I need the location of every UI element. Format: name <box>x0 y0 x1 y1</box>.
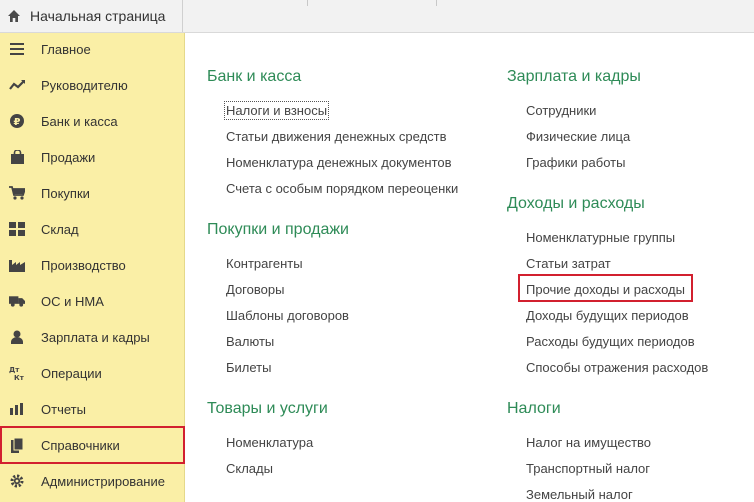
svg-text:₽: ₽ <box>14 117 21 128</box>
person-icon <box>9 329 25 345</box>
dt-kt-icon: Дт Кт <box>9 365 25 381</box>
sidebar-item-operations[interactable]: Дт Кт Операции <box>0 355 185 391</box>
sidebar-item-label: Склад <box>41 221 79 237</box>
group-title-income-expenses: Доходы и расходы <box>507 195 645 212</box>
link-cost-items[interactable]: Статьи затрат <box>526 256 611 271</box>
factory-icon <box>9 257 25 273</box>
sidebar-item-warehouse[interactable]: Склад <box>0 211 185 247</box>
sidebar-item-label: Зарплата и кадры <box>41 329 150 345</box>
truck-icon <box>9 293 25 309</box>
link-currencies[interactable]: Валюты <box>226 334 274 349</box>
link-work-schedules[interactable]: Графики работы <box>526 155 625 170</box>
group-title-taxes: Налоги <box>507 400 561 417</box>
link-other-income-expenses[interactable]: Прочие доходы и расходы <box>526 282 685 297</box>
group-title-bank: Банк и касса <box>207 68 302 85</box>
top-bar: Начальная страница <box>0 0 754 33</box>
link-nomenclature[interactable]: Номенклатура <box>226 435 313 450</box>
sidebar-item-label: Справочники <box>41 437 120 453</box>
home-tab[interactable]: Начальная страница <box>0 0 183 32</box>
svg-text:Дт: Дт <box>9 366 20 374</box>
sidebar-item-sales[interactable]: Продажи <box>0 139 185 175</box>
sidebar-item-label: Руководителю <box>41 77 128 93</box>
sidebar-item-label: Отчеты <box>41 401 86 417</box>
sidebar-item-purchases[interactable]: Покупки <box>0 175 185 211</box>
link-individuals[interactable]: Физические лица <box>526 129 630 144</box>
sidebar-item-manager[interactable]: Руководителю <box>0 67 185 103</box>
group-title-purchases-sales: Покупки и продажи <box>207 221 349 238</box>
link-counterparties[interactable]: Контрагенты <box>226 256 303 271</box>
shopping-bag-icon <box>9 149 25 165</box>
sidebar-item-label: ОС и НМА <box>41 293 104 309</box>
group-title-goods-services: Товары и услуги <box>207 400 328 417</box>
link-expense-reflection-methods[interactable]: Способы отражения расходов <box>526 360 708 375</box>
sidebar-item-label: Банк и касса <box>41 113 118 129</box>
link-nomenclature-groups[interactable]: Номенклатурные группы <box>526 230 675 245</box>
link-warehouses[interactable]: Склады <box>226 461 273 476</box>
sidebar-item-label: Операции <box>41 365 102 381</box>
trend-icon <box>9 77 25 93</box>
sidebar-item-fixed-assets[interactable]: ОС и НМА <box>0 283 185 319</box>
svg-text:Кт: Кт <box>14 374 25 381</box>
link-contracts[interactable]: Договоры <box>226 282 284 297</box>
menu-lines-icon <box>9 41 25 57</box>
sidebar-item-references[interactable]: Справочники <box>0 426 185 464</box>
link-contract-templates[interactable]: Шаблоны договоров <box>226 308 349 323</box>
home-icon <box>6 8 22 24</box>
home-tab-label: Начальная страница <box>30 8 166 24</box>
sidebar-item-bank[interactable]: ₽ Банк и касса <box>0 103 185 139</box>
link-transport-tax[interactable]: Транспортный налог <box>526 461 650 476</box>
link-tickets[interactable]: Билеты <box>226 360 271 375</box>
cart-icon <box>9 185 25 201</box>
link-cash-flow-items[interactable]: Статьи движения денежных средств <box>226 129 447 144</box>
ruble-icon: ₽ <box>9 113 25 129</box>
sidebar-item-reports[interactable]: Отчеты <box>0 391 185 427</box>
sidebar-item-label: Покупки <box>41 185 90 201</box>
sidebar-item-main[interactable]: Главное <box>0 31 185 67</box>
sidebar-item-production[interactable]: Производство <box>0 247 185 283</box>
tab-divider <box>307 0 308 6</box>
sidebar-item-label: Главное <box>41 41 91 57</box>
tab-divider <box>436 0 437 6</box>
link-property-tax[interactable]: Налог на имущество <box>526 435 651 450</box>
sidebar: Главное Руководителю ₽ Банк и касса Прод… <box>0 33 185 502</box>
sidebar-item-salary[interactable]: Зарплата и кадры <box>0 319 185 355</box>
sidebar-item-admin[interactable]: Администрирование <box>0 463 185 499</box>
link-deferred-income[interactable]: Доходы будущих периодов <box>526 308 689 323</box>
group-title-salary: Зарплата и кадры <box>507 68 641 85</box>
link-taxes-contributions[interactable]: Налоги и взносы <box>223 101 330 120</box>
sidebar-item-label: Производство <box>41 257 126 273</box>
link-deferred-expenses[interactable]: Расходы будущих периодов <box>526 334 695 349</box>
books-icon <box>9 437 25 453</box>
link-cash-documents[interactable]: Номенклатура денежных документов <box>226 155 452 170</box>
link-land-tax[interactable]: Земельный налог <box>526 487 633 502</box>
link-special-revaluation-accounts[interactable]: Счета с особым порядком переоценки <box>226 181 458 196</box>
link-employees[interactable]: Сотрудники <box>526 103 596 118</box>
bar-chart-icon <box>9 401 25 417</box>
gear-icon <box>9 473 25 489</box>
sidebar-item-label: Продажи <box>41 149 96 165</box>
warehouse-grid-icon <box>9 221 25 237</box>
sidebar-item-label: Администрирование <box>41 473 165 489</box>
